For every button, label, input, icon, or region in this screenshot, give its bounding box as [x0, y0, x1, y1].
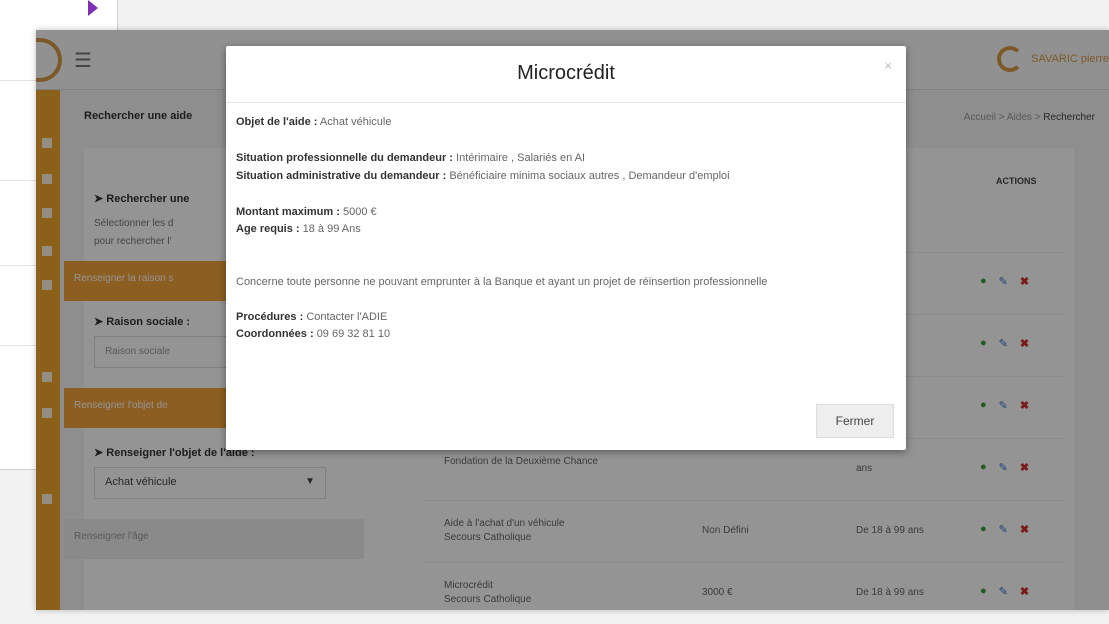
situation-pro-value: Intérimaire , Salariés en AI: [456, 152, 586, 164]
situation-adm-value: Bénéficiaire minima sociaux autres , Dem…: [449, 170, 730, 182]
montant-line: Montant maximum : 5000 €: [236, 206, 377, 218]
close-icon[interactable]: ×: [884, 58, 892, 73]
age-label: Age requis :: [236, 223, 300, 235]
fermer-button[interactable]: Fermer: [816, 404, 894, 438]
description-text: Concerne toute personne ne pouvant empru…: [236, 276, 768, 288]
situation-pro-line: Situation professionnelle du demandeur :…: [236, 152, 585, 164]
coordonnees-value: 09 69 32 81 10: [316, 328, 391, 340]
objet-value: Achat véhicule: [319, 116, 392, 128]
description: Concerne toute personne ne pouvant empru…: [236, 276, 767, 288]
age-line: Age requis : 18 à 99 Ans: [236, 223, 361, 235]
montant-value: 5000 €: [342, 206, 377, 218]
situation-adm-label: Situation administrative du demandeur :: [236, 170, 447, 182]
microcredit-modal: Microcrédit × Objet de l'aide : Achat vé…: [226, 46, 906, 450]
coordonnees-line: Coordonnées : 09 69 32 81 10: [236, 328, 390, 340]
coordonnees-label: Coordonnées :: [236, 328, 314, 340]
procedures-label: Procédures :: [236, 311, 304, 323]
cursor-arrow-icon: [88, 0, 98, 16]
objet-line: Objet de l'aide : Achat véhicule: [236, 116, 391, 128]
modal-title: Microcrédit: [517, 62, 615, 84]
situation-pro-label: Situation professionnelle du demandeur :: [236, 152, 453, 164]
modal-divider: [226, 102, 906, 103]
procedures-value: Contacter l'ADIE: [306, 311, 388, 323]
situation-adm-line: Situation administrative du demandeur : …: [236, 170, 730, 182]
procedures-line: Procédures : Contacter l'ADIE: [236, 311, 387, 323]
montant-label: Montant maximum :: [236, 206, 340, 218]
age-value: 18 à 99 Ans: [302, 223, 361, 235]
objet-label: Objet de l'aide :: [236, 116, 318, 128]
